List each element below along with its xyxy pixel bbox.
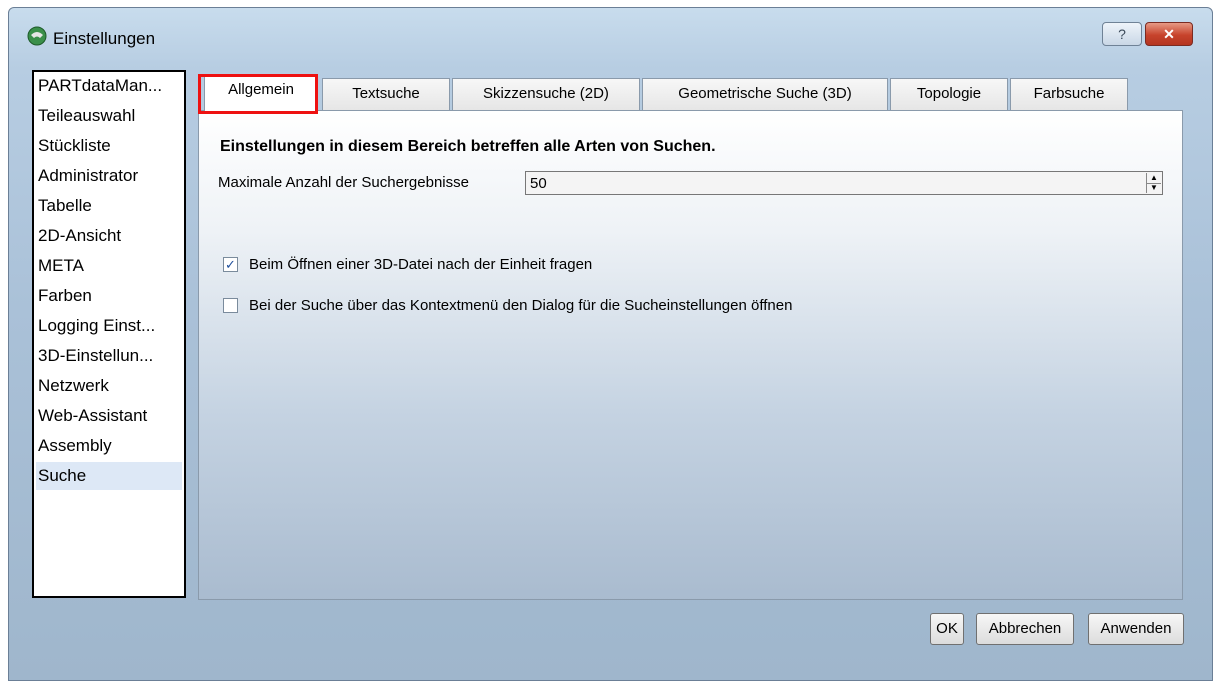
category-list[interactable]: PARTdataMan... Teileauswahl Stückliste A…: [32, 70, 186, 598]
max-results-label: Maximale Anzahl der Suchergebnisse: [218, 174, 469, 191]
sidebar-item-farben[interactable]: Farben: [36, 282, 182, 310]
sidebar-item-netzwerk[interactable]: Netzwerk: [36, 372, 182, 400]
close-button[interactable]: ✕: [1145, 22, 1193, 46]
ask-unit-label[interactable]: Beim Öffnen einer 3D-Datei nach der Einh…: [249, 256, 592, 273]
sidebar-item-2d-ansicht[interactable]: 2D-Ansicht: [36, 222, 182, 250]
max-results-value[interactable]: 50: [530, 175, 547, 192]
app-icon: [27, 26, 47, 46]
sidebar-item-3d-einstellungen[interactable]: 3D-Einstellun...: [36, 342, 182, 370]
apply-button[interactable]: Anwenden: [1088, 613, 1184, 645]
tab-textsuche[interactable]: Textsuche: [322, 78, 450, 110]
open-search-dialog-label[interactable]: Bei der Suche über das Kontextmenü den D…: [249, 297, 792, 314]
sidebar-item-meta[interactable]: META: [36, 252, 182, 280]
sidebar-item-teileauswahl[interactable]: Teileauswahl: [36, 102, 182, 130]
window-title: Einstellungen: [53, 29, 156, 48]
sidebar-item-tabelle[interactable]: Tabelle: [36, 192, 182, 220]
spin-down-icon[interactable]: ▼: [1147, 183, 1161, 193]
ask-unit-checkbox[interactable]: ✓: [223, 257, 238, 272]
sidebar-item-administrator[interactable]: Administrator: [36, 162, 182, 190]
panel-heading: Einstellungen in diesem Bereich betreffe…: [220, 138, 716, 155]
tab-geometrische-suche[interactable]: Geometrische Suche (3D): [642, 78, 888, 110]
sidebar-item-stueckliste[interactable]: Stückliste: [36, 132, 182, 160]
sidebar-item-logging[interactable]: Logging Einst...: [36, 312, 182, 340]
tab-panel-allgemein: Einstellungen in diesem Bereich betreffe…: [198, 110, 1183, 600]
tab-topologie[interactable]: Topologie: [890, 78, 1008, 110]
sidebar-item-suche[interactable]: Suche: [36, 462, 182, 490]
tab-farbsuche[interactable]: Farbsuche: [1010, 78, 1128, 110]
cancel-button[interactable]: Abbrechen: [976, 613, 1074, 645]
active-tab-highlight: [198, 74, 318, 114]
max-results-spinbox[interactable]: 50 ▲ ▼: [525, 171, 1163, 195]
sidebar-item-assembly[interactable]: Assembly: [36, 432, 182, 460]
title-bar: Einstellungen ? ✕: [9, 8, 1212, 66]
tab-skizzensuche[interactable]: Skizzensuche (2D): [452, 78, 640, 110]
help-button[interactable]: ?: [1102, 22, 1142, 46]
ok-button[interactable]: OK: [930, 613, 964, 645]
open-search-dialog-checkbox[interactable]: [223, 298, 238, 313]
sidebar-item-partdataman[interactable]: PARTdataMan...: [36, 72, 182, 100]
spin-buttons: ▲ ▼: [1146, 173, 1161, 193]
sidebar-item-web-assistant[interactable]: Web-Assistant: [36, 402, 182, 430]
